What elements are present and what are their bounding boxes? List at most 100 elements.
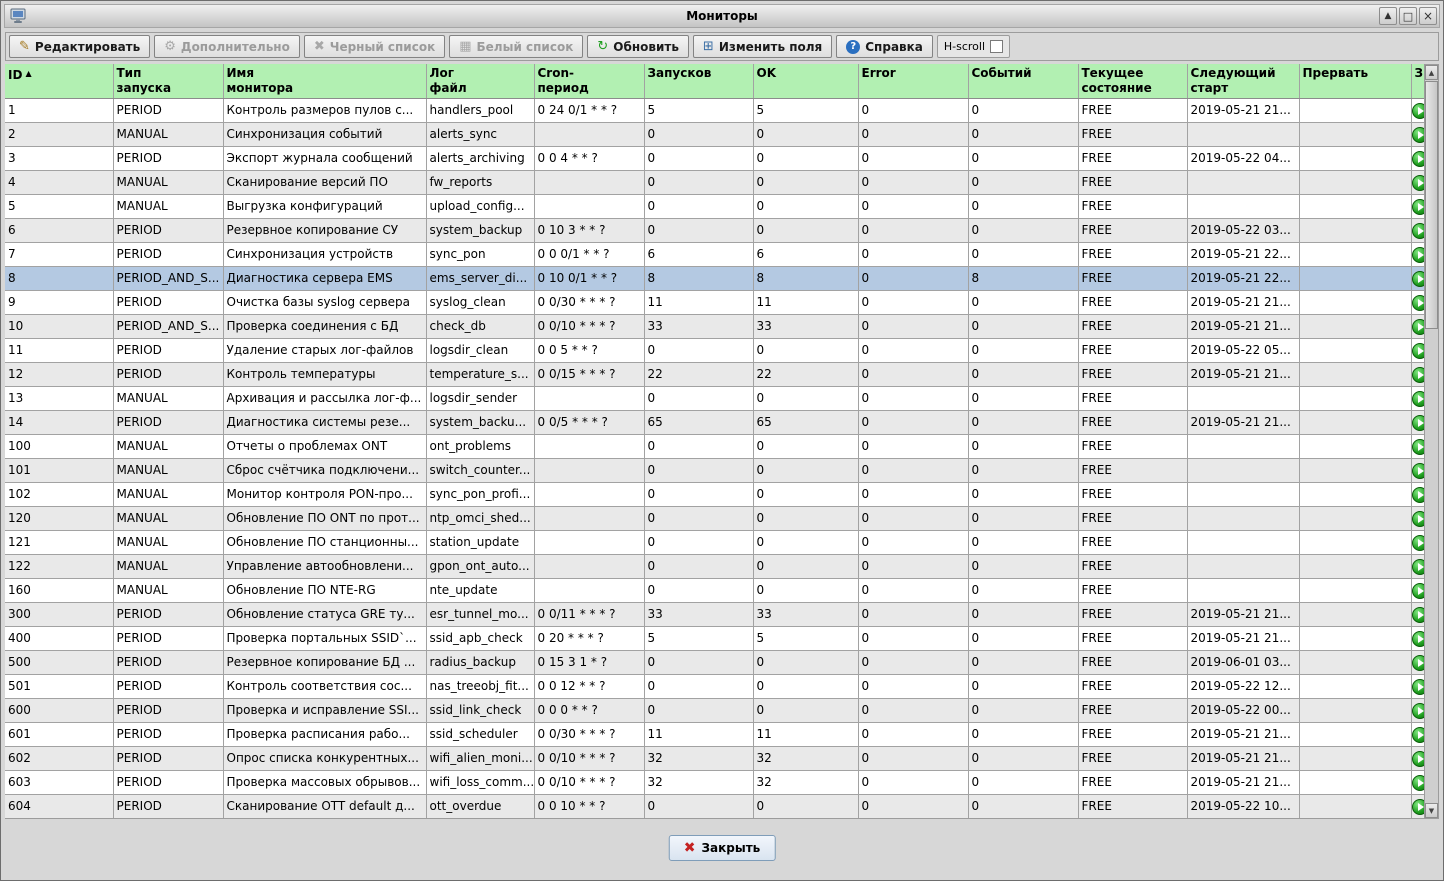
column-header-label: Cron- период [538,66,589,95]
table-row[interactable]: 101MANUALСброс счётчика подключени...swi… [5,458,1429,482]
cell-events: 0 [968,746,1078,770]
whitelist-button[interactable]: ▦ Белый список [449,35,583,58]
advanced-button[interactable]: ⚙ Дополнительно [154,35,300,58]
cell-log: ott_overdue [426,794,534,818]
table-row[interactable]: 400PERIODПроверка портальных SSID`...ssi… [5,626,1429,650]
table-row[interactable]: 600PERIODПроверка и исправление SSI...ss… [5,698,1429,722]
help-icon: ? [846,40,860,54]
cell-name: Резервное копирование БД ... [223,650,426,674]
cell-runs: 32 [644,746,753,770]
cell-runs: 32 [644,770,753,794]
cell-interrupt [1299,602,1411,626]
edit-fields-button[interactable]: ⊞ Изменить поля [693,35,832,58]
maximize-button[interactable]: □ [1399,7,1417,25]
scroll-up-button[interactable]: ▲ [1425,65,1438,80]
table-row[interactable]: 501PERIODКонтроль соответствия сос...nas… [5,674,1429,698]
table-row[interactable]: 604PERIODСканирование OTT default д...ot… [5,794,1429,818]
table-row[interactable]: 121MANUALОбновление ПО станционны...stat… [5,530,1429,554]
table-row[interactable]: 100MANUALОтчеты о проблемах ONTont_probl… [5,434,1429,458]
table-row[interactable]: 12PERIODКонтроль температурыtemperature_… [5,362,1429,386]
cell-type: MANUAL [113,482,223,506]
cell-runs: 0 [644,386,753,410]
column-header-interrupt[interactable]: Прервать [1299,64,1411,98]
cell-cron: 0 20 * * * ? [534,626,644,650]
cell-error: 0 [858,218,968,242]
table-row[interactable]: 9PERIODОчистка базы syslog сервераsyslog… [5,290,1429,314]
cell-state: FREE [1078,602,1187,626]
column-header-type[interactable]: Тип запуска [113,64,223,98]
titlebar[interactable]: Мониторы ▲ □ × [4,4,1440,28]
cell-log: ssid_link_check [426,698,534,722]
table-row[interactable]: 11PERIODУдаление старых лог-файловlogsdi… [5,338,1429,362]
cell-type: MANUAL [113,530,223,554]
help-button[interactable]: ? Справка [836,35,933,58]
table-row[interactable]: 4MANUALСканирование версий ПОfw_reports0… [5,170,1429,194]
table-row[interactable]: 1PERIODКонтроль размеров пулов с...handl… [5,98,1429,122]
column-header-next[interactable]: Следующий старт [1187,64,1299,98]
table-row[interactable]: 7PERIODСинхронизация устройствsync_pon0 … [5,242,1429,266]
table-row[interactable]: 2MANUALСинхронизация событийalerts_sync0… [5,122,1429,146]
table-row[interactable]: 601PERIODПроверка расписания рабо...ssid… [5,722,1429,746]
scroll-down-button[interactable]: ▼ [1425,803,1438,818]
table-row[interactable]: 8PERIOD_AND_S...Диагностика сервера EMSe… [5,266,1429,290]
cell-interrupt [1299,578,1411,602]
column-header-name[interactable]: Имя монитора [223,64,426,98]
cell-runs: 0 [644,794,753,818]
column-header-state[interactable]: Текущее состояние [1078,64,1187,98]
scrollbar-thumb[interactable] [1425,81,1438,329]
cell-next: 2019-06-01 03... [1187,650,1299,674]
cell-cron: 0 0/5 * * * ? [534,410,644,434]
table-row[interactable]: 14PERIODДиагностика системы резе...syste… [5,410,1429,434]
cell-next: 2019-05-21 21... [1187,362,1299,386]
vertical-scrollbar[interactable]: ▲ ▼ [1424,64,1439,819]
table-row[interactable]: 6PERIODРезервное копирование СУsystem_ba… [5,218,1429,242]
table-row[interactable]: 3PERIODЭкспорт журнала сообщенийalerts_a… [5,146,1429,170]
cell-error: 0 [858,626,968,650]
table-row[interactable]: 160MANUALОбновление ПО NTE-RGnte_update0… [5,578,1429,602]
cell-cron [534,506,644,530]
refresh-button[interactable]: ↻ Обновить [587,35,689,58]
table-row[interactable]: 500PERIODРезервное копирование БД ...rad… [5,650,1429,674]
column-header-events[interactable]: Событий [968,64,1078,98]
table-row[interactable]: 102MANUALМонитор контроля PON-про...sync… [5,482,1429,506]
close-dialog-button[interactable]: ✖ Закрыть [669,835,776,861]
close-button[interactable]: × [1419,7,1437,25]
cell-type: MANUAL [113,170,223,194]
cell-next [1187,434,1299,458]
cell-name: Контроль размеров пулов с... [223,98,426,122]
cell-events: 0 [968,794,1078,818]
table-row[interactable]: 120MANUALОбновление ПО ONT по прот...ntp… [5,506,1429,530]
cell-name: Обновление ПО станционны... [223,530,426,554]
cell-ok: 0 [753,482,858,506]
table-row[interactable]: 602PERIODОпрос списка конкурентных...wif… [5,746,1429,770]
table-row[interactable]: 122MANUALУправление автообновлени...gpon… [5,554,1429,578]
blacklist-button[interactable]: ✖ Черный список [304,35,445,58]
hscroll-checkbox[interactable] [990,40,1003,53]
column-header-label: Error [862,66,896,80]
cell-interrupt [1299,674,1411,698]
cell-runs: 11 [644,290,753,314]
shade-button[interactable]: ▲ [1379,7,1397,25]
table-row[interactable]: 5MANUALВыгрузка конфигурацийupload_confi… [5,194,1429,218]
cell-id: 9 [5,290,113,314]
column-header-id[interactable]: ID▲ [5,64,113,98]
edit-button[interactable]: ✎ Редактировать [9,35,150,58]
cell-cron: 0 0/30 * * * ? [534,290,644,314]
cell-type: MANUAL [113,434,223,458]
column-header-label: Прервать [1303,66,1369,80]
cell-id: 160 [5,578,113,602]
table-row[interactable]: 10PERIOD_AND_S...Проверка соединения с Б… [5,314,1429,338]
column-header-cron[interactable]: Cron- период [534,64,644,98]
cell-id: 101 [5,458,113,482]
cell-runs: 0 [644,434,753,458]
cell-ok: 0 [753,530,858,554]
cell-cron [534,530,644,554]
column-header-ok[interactable]: OK [753,64,858,98]
column-header-error[interactable]: Error [858,64,968,98]
column-header-runs[interactable]: Запусков [644,64,753,98]
table-row[interactable]: 603PERIODПроверка массовых обрывов...wif… [5,770,1429,794]
table-row[interactable]: 300PERIODОбновление статуса GRE ту...esr… [5,602,1429,626]
table-row[interactable]: 13MANUALАрхивация и рассылка лог-ф...log… [5,386,1429,410]
refresh-button-label: Обновить [613,40,679,54]
column-header-log[interactable]: Лог файл [426,64,534,98]
